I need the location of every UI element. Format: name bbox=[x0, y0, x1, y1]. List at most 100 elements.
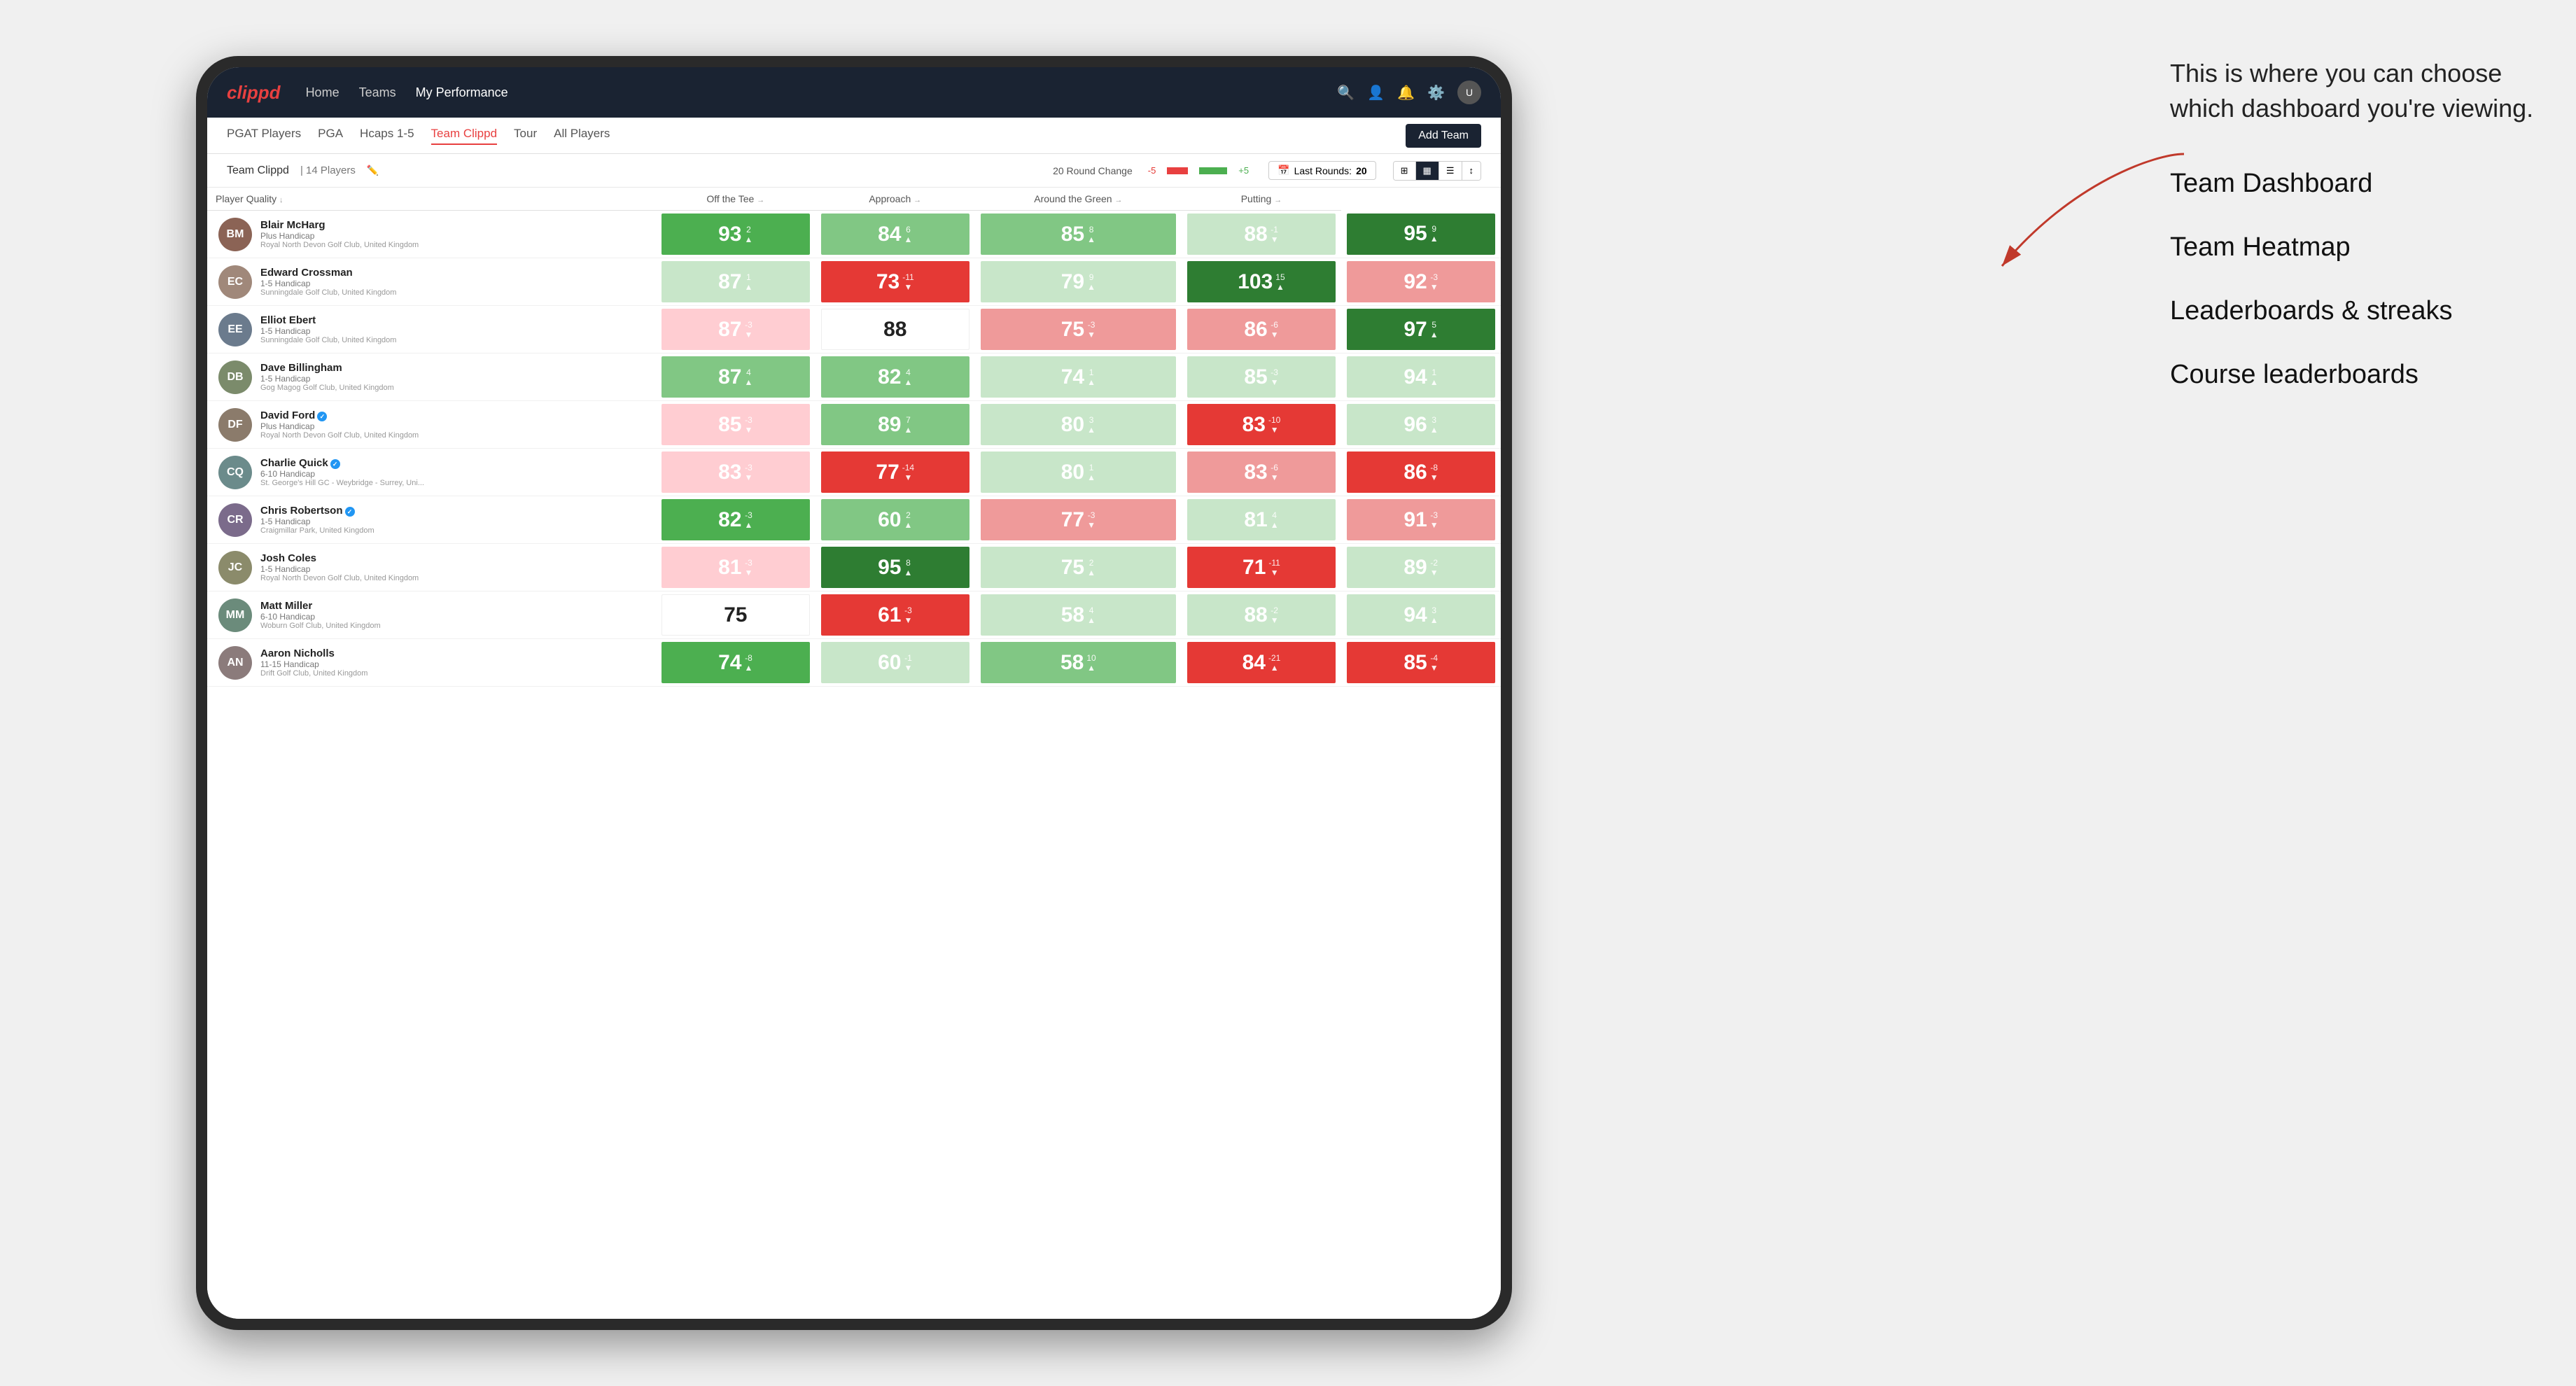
settings-icon[interactable]: ⚙️ bbox=[1427, 84, 1445, 102]
score-box: 75 -3▼ bbox=[981, 309, 1176, 350]
score-change: -2▼ bbox=[1270, 606, 1279, 625]
player-cell: CQ Charlie Quick✓ 6-10 Handicap St. Geor… bbox=[207, 450, 656, 495]
score-box: 73 -11▼ bbox=[821, 261, 969, 302]
search-icon[interactable]: 🔍 bbox=[1337, 84, 1354, 102]
player-handicap: 1-5 Handicap bbox=[260, 564, 645, 574]
score-change: 15▲ bbox=[1275, 272, 1284, 292]
round-change-label: 20 Round Change bbox=[1053, 165, 1133, 176]
score-change: -11▼ bbox=[1268, 558, 1280, 578]
col-around-green[interactable]: Around the Green → bbox=[975, 188, 1182, 211]
table-row[interactable]: MM Matt Miller 6-10 Handicap Woburn Golf… bbox=[207, 592, 1501, 639]
nav-link-teams[interactable]: Teams bbox=[359, 85, 396, 100]
tab-team-clippd[interactable]: Team Clippd bbox=[431, 127, 498, 145]
score-cell: 97 5▲ bbox=[1341, 306, 1501, 354]
score-change: 4▲ bbox=[904, 368, 912, 387]
score-cell: 89 7▲ bbox=[816, 401, 975, 449]
change-bar-negative bbox=[1167, 167, 1188, 174]
player-club: Woburn Golf Club, United Kingdom bbox=[260, 622, 645, 630]
table-row[interactable]: CQ Charlie Quick✓ 6-10 Handicap St. Geor… bbox=[207, 449, 1501, 496]
player-cell: DB Dave Billingham 1-5 Handicap Gog Mago… bbox=[207, 355, 656, 400]
tab-all-players[interactable]: All Players bbox=[554, 127, 610, 145]
tab-pgat-players[interactable]: PGAT Players bbox=[227, 127, 301, 145]
score-box: 81 4▲ bbox=[1187, 499, 1336, 540]
nav-link-my-performance[interactable]: My Performance bbox=[416, 85, 508, 100]
dashboard-options: Team Dashboard Team Heatmap Leaderboards… bbox=[2170, 169, 2534, 390]
score-change: -3▲ bbox=[744, 510, 752, 530]
nav-icons: 🔍 👤 🔔 ⚙️ U bbox=[1337, 80, 1481, 104]
player-avatar-9: AN bbox=[218, 646, 252, 680]
score-change: -3▼ bbox=[1087, 320, 1096, 340]
score-cell: 85 -3▼ bbox=[1182, 354, 1341, 401]
user-icon[interactable]: 👤 bbox=[1367, 84, 1385, 102]
tab-pga[interactable]: PGA bbox=[318, 127, 343, 145]
grid-view-button[interactable]: ⊞ bbox=[1394, 162, 1416, 180]
player-info-3: Dave Billingham 1-5 Handicap Gog Magog G… bbox=[260, 362, 645, 392]
score-value: 74 bbox=[1061, 365, 1084, 389]
score-box: 60 2▲ bbox=[821, 499, 969, 540]
col-player-quality[interactable]: Player Quality ↓ bbox=[207, 188, 656, 211]
score-value: 89 bbox=[1404, 556, 1427, 580]
score-box: 58 10▲ bbox=[981, 642, 1176, 683]
score-value: 95 bbox=[878, 556, 901, 580]
table-row[interactable]: AN Aaron Nicholls 11-15 Handicap Drift G… bbox=[207, 639, 1501, 687]
score-cell: 71 -11▼ bbox=[1182, 544, 1341, 592]
annotation-intro: This is where you can choose which dashb… bbox=[2170, 56, 2534, 127]
score-value: 97 bbox=[1404, 318, 1427, 342]
score-change: -1▼ bbox=[1270, 225, 1279, 244]
table-row[interactable]: CR Chris Robertson✓ 1-5 Handicap Craigmi… bbox=[207, 496, 1501, 544]
table-row[interactable]: EC Edward Crossman 1-5 Handicap Sunningd… bbox=[207, 258, 1501, 306]
edit-icon[interactable]: ✏️ bbox=[367, 164, 379, 176]
score-cell: 60 -1▼ bbox=[816, 639, 975, 687]
tab-hcaps-1-5[interactable]: Hcaps 1-5 bbox=[360, 127, 414, 145]
score-cell: 85 -4▼ bbox=[1341, 639, 1501, 687]
last-rounds-button[interactable]: 📅 Last Rounds: 20 bbox=[1268, 161, 1376, 180]
score-box: 85 -3▼ bbox=[662, 404, 810, 445]
score-cell: 95 8▲ bbox=[816, 544, 975, 592]
score-value: 83 bbox=[1244, 461, 1267, 484]
score-box: 77 -3▼ bbox=[981, 499, 1176, 540]
option-course-leaderboards: Course leaderboards bbox=[2170, 360, 2534, 390]
tab-tour[interactable]: Tour bbox=[514, 127, 537, 145]
export-button[interactable]: ↕ bbox=[1462, 162, 1481, 180]
table-row[interactable]: BM Blair McHarg Plus Handicap Royal Nort… bbox=[207, 211, 1501, 258]
table-row[interactable]: DB Dave Billingham 1-5 Handicap Gog Mago… bbox=[207, 354, 1501, 401]
player-club: Gog Magog Golf Club, United Kingdom bbox=[260, 384, 645, 392]
player-cell: CR Chris Robertson✓ 1-5 Handicap Craigmi… bbox=[207, 498, 656, 542]
col-off-tee[interactable]: Off the Tee → bbox=[656, 188, 816, 211]
table-row[interactable]: EE Elliot Ebert 1-5 Handicap Sunningdale… bbox=[207, 306, 1501, 354]
score-value: 79 bbox=[1061, 270, 1084, 294]
score-box: 85 -3▼ bbox=[1187, 356, 1336, 398]
player-avatar-4: DF bbox=[218, 408, 252, 442]
player-info-8: Matt Miller 6-10 Handicap Woburn Golf Cl… bbox=[260, 600, 645, 630]
player-avatar-8: MM bbox=[218, 598, 252, 632]
score-change: -3▼ bbox=[744, 320, 752, 340]
score-cell: 91 -3▼ bbox=[1341, 496, 1501, 544]
score-change: -8▼ bbox=[1430, 463, 1438, 482]
score-change: -3▼ bbox=[1430, 272, 1438, 292]
avatar[interactable]: U bbox=[1457, 80, 1481, 104]
score-value: 75 bbox=[724, 603, 747, 627]
score-change: 4▲ bbox=[1087, 606, 1096, 625]
score-box: 97 5▲ bbox=[1347, 309, 1495, 350]
col-approach[interactable]: Approach → bbox=[816, 188, 975, 211]
nav-link-home[interactable]: Home bbox=[306, 85, 340, 100]
table-row[interactable]: DF David Ford✓ Plus Handicap Royal North… bbox=[207, 401, 1501, 449]
score-box: 80 3▲ bbox=[981, 404, 1176, 445]
score-change: 8▲ bbox=[904, 558, 912, 578]
player-cell: MM Matt Miller 6-10 Handicap Woburn Golf… bbox=[207, 593, 656, 638]
table-row[interactable]: JC Josh Coles 1-5 Handicap Royal North D… bbox=[207, 544, 1501, 592]
col-putting[interactable]: Putting → bbox=[1182, 188, 1341, 211]
option-team-heatmap: Team Heatmap bbox=[2170, 232, 2534, 262]
player-avatar-5: CQ bbox=[218, 456, 252, 489]
last-rounds-value: 20 bbox=[1356, 165, 1367, 176]
list-view-button[interactable]: ☰ bbox=[1439, 162, 1462, 180]
option-leaderboards: Leaderboards & streaks bbox=[2170, 296, 2534, 326]
score-change: 3▲ bbox=[1430, 415, 1438, 435]
score-box: 95 9▲ bbox=[1347, 214, 1495, 255]
player-handicap: 6-10 Handicap bbox=[260, 612, 645, 622]
score-box: 94 1▲ bbox=[1347, 356, 1495, 398]
heatmap-view-button[interactable]: ▦ bbox=[1416, 162, 1439, 180]
bell-icon[interactable]: 🔔 bbox=[1397, 84, 1415, 102]
add-team-button[interactable]: Add Team bbox=[1406, 124, 1481, 148]
score-cell: 83 -3▼ bbox=[656, 449, 816, 496]
